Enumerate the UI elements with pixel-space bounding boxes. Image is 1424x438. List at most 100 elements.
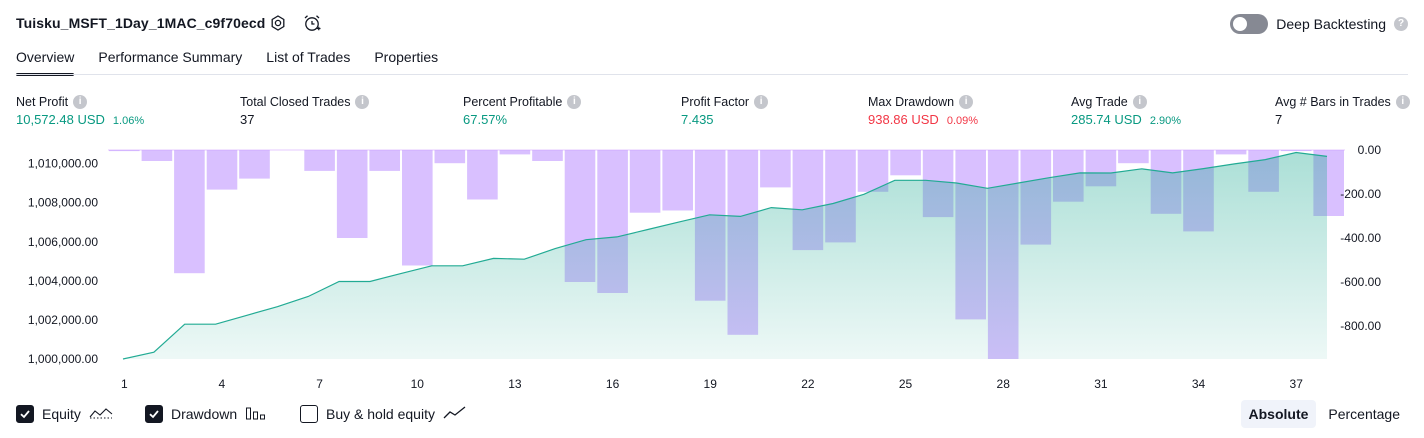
gear-icon[interactable] — [267, 12, 289, 34]
left-axis-tick-label: 1,004,000.00 — [28, 274, 98, 288]
metric-label: Max Drawdown — [868, 94, 955, 109]
right-axis-tick-label: -200.00 — [1340, 187, 1381, 201]
info-icon[interactable]: i — [959, 94, 974, 109]
info-icon[interactable]: i — [754, 94, 769, 109]
strategy-title: Tuisku_MSFT_1Day_1MAC_c9f70ecd — [16, 15, 266, 31]
deep-backtesting-control: Deep Backtesting ? — [1230, 13, 1408, 35]
drawdown-bar — [629, 150, 661, 213]
metric-value: 7.435 — [681, 112, 714, 127]
info-icon[interactable]: i — [355, 94, 370, 109]
buy-hold-line-icon — [443, 405, 467, 423]
metric-percent: 0.09% — [946, 115, 979, 127]
metric-label: Avg # Bars in Trades — [1275, 94, 1391, 109]
metric-value: 285.74 USD — [1071, 112, 1142, 127]
drawdown-bars-icon — [245, 406, 267, 423]
metric-max-drawdown: Max Drawdown i 938.86 USD 0.09% — [868, 93, 978, 129]
info-icon[interactable]: i — [73, 94, 88, 109]
drawdown-toggle[interactable]: Drawdown — [145, 404, 267, 424]
chart-canvas[interactable]: 1,010,000.00 1,008,000.00 1,006,000.00 1,00… — [0, 140, 1424, 395]
right-drawdown-axis: 0.00 -200.00 -400.00 -600.00 -800.00 — [1340, 143, 1381, 333]
tabs-divider — [16, 74, 1408, 75]
drawdown-bar — [1280, 150, 1312, 152]
deep-backtesting-toggle[interactable] — [1230, 14, 1269, 34]
help-icon[interactable]: ? — [1394, 17, 1408, 31]
drawdown-checkbox[interactable] — [145, 405, 163, 423]
metric-percent-profitable: Percent Profitable i 67.57% — [463, 93, 582, 129]
left-axis-tick-label: 1,006,000.00 — [28, 235, 98, 249]
metric-value: 7 — [1275, 112, 1283, 127]
info-icon[interactable]: i — [567, 94, 582, 109]
left-axis-tick-label: 1,000,000.00 — [28, 352, 98, 366]
drawdown-bar — [369, 150, 400, 171]
x-axis-tick-label: 7 — [316, 377, 323, 391]
x-axis-tick-label: 1 — [121, 377, 128, 391]
metric-value: 37 — [240, 112, 255, 127]
percentage-button[interactable]: Percentage — [1320, 400, 1408, 428]
drawdown-bar — [402, 150, 433, 266]
metric-label: Total Closed Trades — [240, 94, 351, 109]
left-axis-tick-label: 1,002,000.00 — [28, 313, 98, 327]
metric-avg-trade: Avg Trade i 285.74 USD 2.90% — [1071, 93, 1181, 129]
drawdown-label: Drawdown — [171, 406, 238, 422]
x-axis-tick-label: 34 — [1192, 377, 1206, 391]
left-price-axis: 1,010,000.00 1,008,000.00 1,006,000.00 1,00… — [28, 157, 98, 366]
metric-net-profit: Net Profit i 10,572.48 USD 1.06% — [16, 93, 144, 129]
metrics-row: Net Profit i 10,572.48 USD 1.06% Total Clo… — [0, 93, 1424, 133]
buy-hold-checkbox[interactable] — [300, 405, 318, 423]
metric-profit-factor: Profit Factor i 7.435 — [681, 93, 769, 129]
drawdown-bar — [662, 150, 693, 211]
metric-total-closed-trades: Total Closed Trades i 37 — [240, 93, 370, 129]
metric-label: Net Profit — [16, 94, 69, 109]
buy-hold-label: Buy & hold equity — [326, 406, 435, 422]
x-axis-tick-label: 4 — [219, 377, 226, 391]
equity-toggle[interactable]: Equity — [16, 404, 113, 424]
buy-hold-toggle[interactable]: Buy & hold equity — [300, 404, 467, 424]
drawdown-bar — [1215, 150, 1247, 155]
x-axis-tick-label: 25 — [899, 377, 913, 391]
alarm-clock-plus-icon[interactable] — [301, 12, 323, 34]
drawdown-bar — [434, 150, 466, 164]
drawdown-bar — [760, 150, 791, 188]
info-icon[interactable]: i — [1132, 94, 1147, 109]
drawdown-bar — [141, 150, 173, 161]
tab-properties[interactable]: Properties — [374, 46, 438, 76]
x-axis-tick-label: 37 — [1290, 377, 1304, 391]
left-axis-tick-label: 1,010,000.00 — [28, 157, 98, 171]
deep-backtesting-label: Deep Backtesting — [1276, 16, 1386, 32]
metric-value: 67.57% — [463, 112, 508, 127]
absolute-button[interactable]: Absolute — [1240, 400, 1317, 428]
metric-avg-bars-in-trades: Avg # Bars in Trades i 7 — [1275, 93, 1410, 129]
right-axis-tick-label: -600.00 — [1340, 275, 1381, 289]
value-mode-switch: Absolute Percentage — [1240, 400, 1409, 430]
metric-value: 938.86 USD — [868, 112, 939, 127]
right-axis-tick-label: 0.00 — [1358, 143, 1382, 157]
drawdown-bar — [174, 150, 205, 274]
tab-performance-summary[interactable]: Performance Summary — [98, 46, 242, 76]
x-axis-tick-label: 22 — [801, 377, 815, 391]
x-axis-tick-label: 16 — [606, 377, 620, 391]
equity-line-icon — [89, 406, 113, 423]
metric-percent: 2.90% — [1149, 115, 1182, 127]
chart-controls: Equity Drawdown Buy & hold equity Absolu… — [0, 400, 1424, 430]
drawdown-bar — [206, 150, 238, 190]
drawdown-bar — [109, 150, 140, 152]
info-icon[interactable]: i — [1395, 94, 1410, 109]
drawdown-bar — [890, 150, 921, 176]
drawdown-bar — [239, 150, 270, 179]
right-axis-tick-label: -800.00 — [1340, 319, 1381, 333]
metric-label: Percent Profitable — [463, 94, 563, 109]
tab-overview[interactable]: Overview — [16, 46, 75, 76]
equity-checkbox[interactable] — [16, 405, 34, 423]
x-axis-tick-label: 31 — [1094, 377, 1108, 391]
metric-percent: 1.06% — [112, 115, 145, 127]
metric-value: 10,572.48 USD — [16, 112, 105, 127]
x-axis-tick-label: 28 — [997, 377, 1011, 391]
equity-label: Equity — [42, 406, 81, 422]
report-tabs: Overview Performance Summary List of Tra… — [16, 46, 462, 76]
equity-drawdown-chart[interactable]: 1,010,000.00 1,008,000.00 1,006,000.00 1,00… — [0, 140, 1424, 395]
metric-label: Profit Factor — [681, 94, 750, 109]
tab-list-of-trades[interactable]: List of Trades — [266, 46, 350, 76]
right-axis-tick-label: -400.00 — [1340, 231, 1381, 245]
x-axis-tick-label: 19 — [704, 377, 718, 391]
left-axis-tick-label: 1,008,000.00 — [28, 196, 98, 210]
